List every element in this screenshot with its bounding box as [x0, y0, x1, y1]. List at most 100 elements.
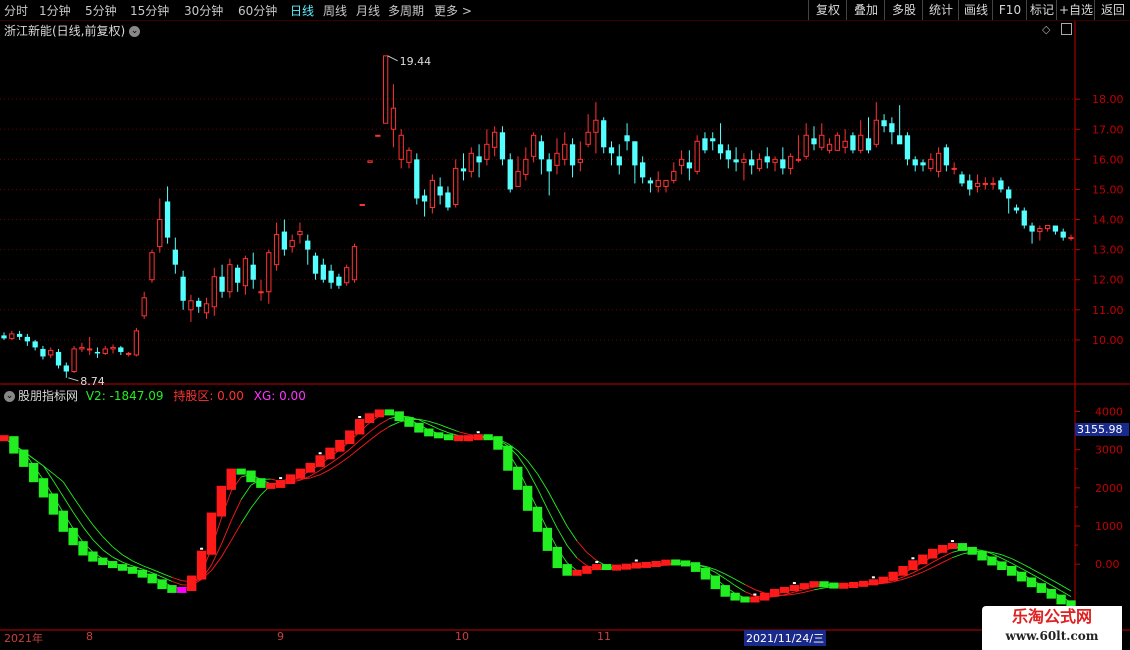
- restore-rights-button[interactable]: 复权: [808, 0, 847, 20]
- candle-body: [546, 159, 552, 172]
- grid-layer: [0, 21, 1130, 631]
- candle: [920, 159, 926, 172]
- indicator-ma-line: [448, 427, 459, 433]
- period-tab-60min[interactable]: 60分钟: [238, 2, 277, 19]
- chevron-down-icon[interactable]: ⌄: [129, 26, 141, 37]
- indicator-bar: [819, 581, 829, 588]
- candle: [40, 345, 46, 360]
- indicator-ma-line: [132, 560, 143, 566]
- indicator-bar: [918, 554, 928, 565]
- candle: [16, 330, 23, 340]
- candle-body: [507, 159, 513, 190]
- candle-body: [227, 264, 233, 293]
- candle: [398, 129, 404, 169]
- period-tab-15min[interactable]: 15分钟: [130, 2, 169, 19]
- indicator-dot: [476, 431, 480, 434]
- xg-value: XG: 0.00: [253, 389, 306, 403]
- draw-line-button[interactable]: 画线: [958, 0, 993, 20]
- candle: [943, 144, 950, 172]
- indicator-bar: [354, 419, 365, 435]
- candle-body: [453, 167, 459, 205]
- candle-body: [967, 180, 973, 190]
- period-tab-30min[interactable]: 30分钟: [184, 2, 223, 19]
- candle: [1013, 204, 1020, 214]
- candle-body: [203, 303, 210, 314]
- indicator-bar: [562, 564, 572, 576]
- candle-body: [281, 231, 288, 250]
- indicator-bar: [38, 478, 49, 498]
- candle-body: [359, 203, 365, 206]
- candlestick-chart: [1, 55, 1074, 378]
- period-tab-weekly[interactable]: 周线: [323, 2, 347, 19]
- indicator-bar: [68, 527, 78, 546]
- candle: [795, 135, 802, 163]
- candle-body: [1068, 237, 1074, 240]
- indicator-bar: [671, 559, 681, 566]
- candle-body: [639, 162, 646, 178]
- candle: [616, 144, 622, 175]
- add-favorite-button[interactable]: +自选: [1056, 0, 1095, 20]
- diamond-icon[interactable]: ◇: [1042, 23, 1050, 36]
- indicator-ma-line: [576, 557, 588, 567]
- candle: [569, 138, 576, 178]
- candle-body: [647, 180, 654, 184]
- candle-body: [741, 158, 747, 163]
- mark-button[interactable]: 标记: [1026, 0, 1057, 20]
- indicator-bar: [582, 566, 592, 574]
- indicator-bar: [256, 478, 266, 488]
- indicator-ma-line: [546, 489, 558, 509]
- candle: [523, 147, 529, 181]
- candle-body: [717, 144, 724, 154]
- candle-body: [87, 348, 93, 351]
- multi-stock-button[interactable]: 多股: [884, 0, 923, 20]
- indicator-bar: [789, 585, 800, 592]
- indicator-bar: [275, 480, 286, 488]
- candle-body: [998, 180, 1004, 190]
- candle: [359, 203, 365, 206]
- candle-body: [873, 119, 879, 145]
- chevron-down-icon[interactable]: ⌄: [4, 391, 15, 402]
- back-button[interactable]: 返回: [1094, 0, 1130, 20]
- indicator-bar: [987, 556, 997, 566]
- indicator-ma-line: [53, 473, 64, 483]
- period-tab-1min[interactable]: 1分钟: [39, 2, 71, 19]
- candle-body: [16, 333, 23, 337]
- candle-body: [982, 182, 988, 185]
- candle-body: [616, 156, 622, 166]
- period-tab-daily[interactable]: 日线: [290, 2, 314, 19]
- statistics-button[interactable]: 统计: [922, 0, 959, 20]
- candle: [125, 351, 132, 357]
- candle: [990, 177, 996, 190]
- stock-title[interactable]: 浙江新能(日线,前复权) ⌄: [4, 22, 141, 39]
- candle: [562, 132, 568, 166]
- f10-button[interactable]: F10: [992, 0, 1027, 20]
- indicator-ma-line: [922, 566, 933, 573]
- overlay-button[interactable]: 叠加: [846, 0, 885, 20]
- candle: [227, 258, 233, 298]
- candle-body: [935, 152, 942, 172]
- candle-body: [242, 258, 249, 287]
- candle: [842, 129, 848, 154]
- period-tab-5min[interactable]: 5分钟: [85, 2, 117, 19]
- candle: [297, 222, 303, 244]
- candle-body: [273, 234, 280, 266]
- candle-body: [678, 158, 685, 166]
- period-tab-fenshi[interactable]: 分时: [4, 2, 28, 19]
- period-tab-more[interactable]: 更多 >: [434, 2, 472, 19]
- candle-body: [289, 240, 295, 248]
- candle-body: [328, 270, 334, 283]
- candle-body: [157, 219, 163, 248]
- hold-zone-value: 持股区: 0.00: [173, 389, 244, 403]
- candle: [164, 186, 171, 244]
- indicator-ma-line: [537, 473, 548, 491]
- indicator-bar: [0, 435, 9, 442]
- panel-toggle-icon[interactable]: [1061, 23, 1072, 35]
- candle-body: [928, 158, 934, 169]
- candle: [289, 234, 295, 253]
- indicator-name[interactable]: 股朋指标网: [18, 389, 78, 403]
- candle-body: [297, 231, 303, 236]
- candle-body: [951, 167, 957, 170]
- period-tab-multi[interactable]: 多周期: [388, 2, 424, 19]
- period-tab-monthly[interactable]: 月线: [356, 2, 380, 19]
- indicator-ma-line: [43, 465, 54, 475]
